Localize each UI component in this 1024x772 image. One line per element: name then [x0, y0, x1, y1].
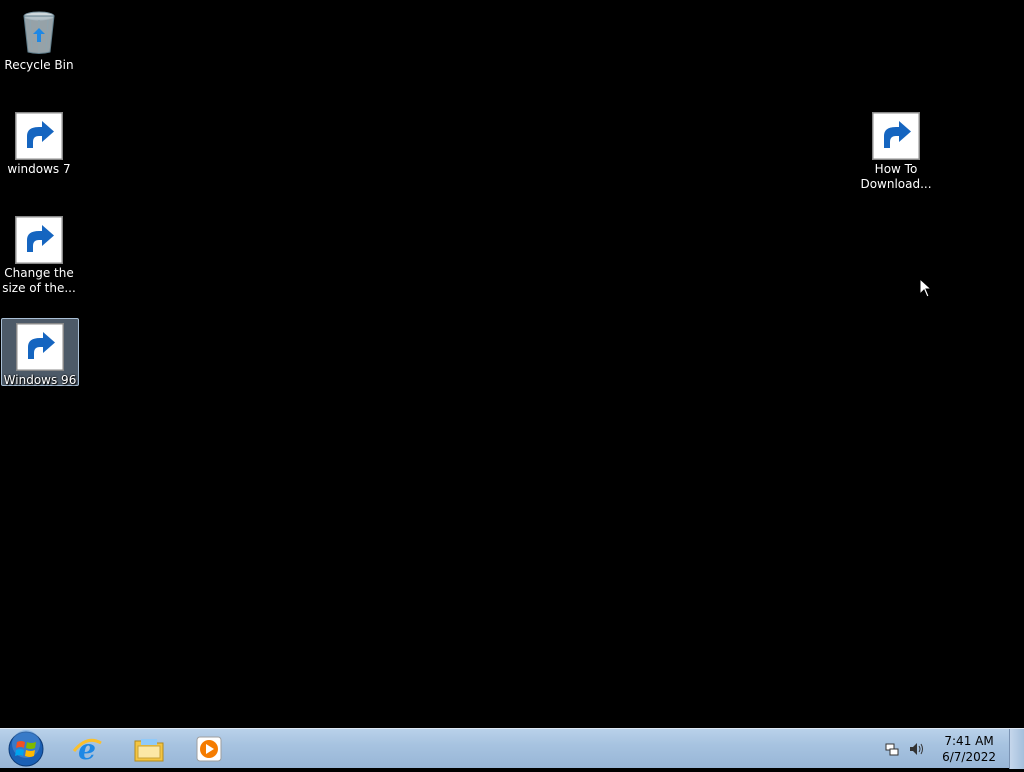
internet-explorer-icon: e [72, 733, 102, 765]
shortcut-arrow-icon [15, 112, 63, 160]
taskbar-internet-explorer[interactable]: e [58, 730, 116, 768]
desktop-icon-how-to-download[interactable]: e How To Download... [857, 108, 935, 192]
desktop[interactable]: Recycle Bin windows 7 Change the size of… [0, 0, 1024, 728]
volume-icon[interactable] [908, 741, 924, 757]
icon-label: Recycle Bin [4, 58, 74, 72]
file-explorer-icon [134, 739, 164, 762]
svg-text:e: e [78, 733, 96, 765]
shortcut-arrow-icon [15, 216, 63, 264]
recycle-bin-icon [15, 8, 63, 56]
display-settings-icon [15, 216, 63, 264]
icon-label: How To Download... [860, 162, 932, 191]
icon-label: Change the size of the... [2, 266, 76, 295]
shortcut-arrow-icon [872, 112, 920, 160]
network-icon[interactable] [884, 741, 900, 757]
clock-date: 6/7/2022 [942, 750, 996, 764]
desktop-icon-change-size[interactable]: Change the size of the... [0, 212, 78, 296]
desktop-icon-windows-96[interactable]: Windows 96 [1, 318, 79, 387]
clock-time: 7:41 AM [944, 734, 994, 748]
taskbar-file-explorer[interactable] [120, 730, 178, 768]
taskbar: e 7:41 AM 6/7/2022 [0, 728, 1024, 769]
system-tray: 7:41 AM 6/7/2022 [884, 729, 996, 769]
clock[interactable]: 7:41 AM 6/7/2022 [942, 733, 996, 765]
shortcut-arrow-icon [16, 323, 64, 371]
start-button[interactable] [6, 730, 46, 768]
windows-96-icon [16, 323, 64, 371]
windows-logo-icon [15, 112, 63, 160]
media-player-icon [196, 736, 222, 762]
taskbar-media-player[interactable] [180, 730, 238, 768]
internet-explorer-document-icon: e [872, 112, 920, 160]
show-desktop-button[interactable] [1009, 729, 1024, 769]
icon-label: windows 7 [7, 162, 71, 176]
icon-label: Windows 96 [3, 373, 77, 387]
desktop-icon-recycle-bin[interactable]: Recycle Bin [0, 4, 78, 73]
mouse-cursor-icon [919, 278, 933, 298]
desktop-icon-windows-7[interactable]: windows 7 [0, 108, 78, 177]
